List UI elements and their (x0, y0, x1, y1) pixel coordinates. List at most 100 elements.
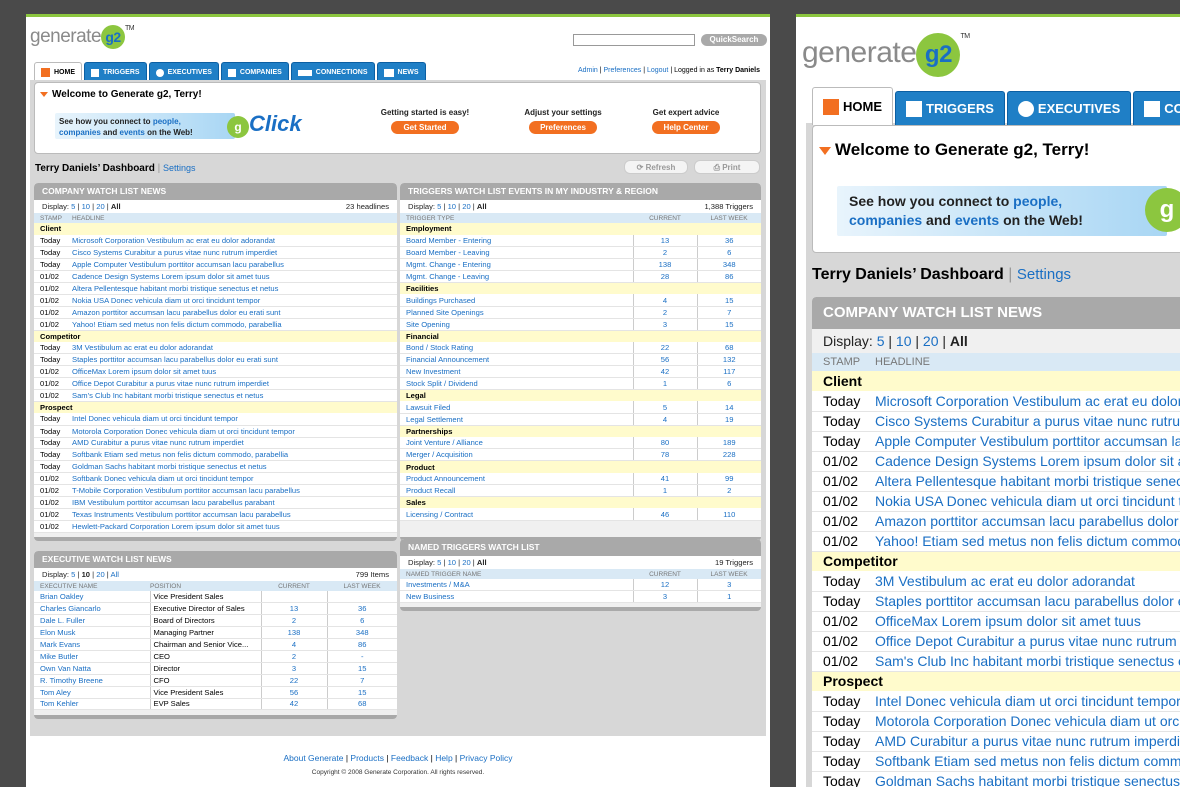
headline-link[interactable]: Texas Instruments Vestibulum porttitor a… (72, 508, 397, 521)
display-10[interactable]: 10 (82, 570, 90, 579)
g2-click-logo[interactable]: g (1145, 188, 1180, 232)
headline-link[interactable]: Amazon porttitor accumsan lacu parabellu… (72, 306, 397, 319)
named-trigger-link[interactable]: New Business (400, 590, 633, 604)
headline-link[interactable]: Nokia USA Donec vehicula diam ut orci ti… (72, 294, 397, 307)
headline-link[interactable]: AMD Curabitur a purus vitae nunc rutrum … (72, 437, 397, 450)
last-week-count[interactable]: 68 (326, 698, 397, 711)
headline-link[interactable]: Softbank Etiam sed metus non felis dictu… (72, 448, 397, 462)
display-10[interactable]: 10 (82, 202, 90, 211)
last-week-count[interactable]: 14 (696, 401, 761, 414)
tab-news[interactable]: NEWS (376, 62, 426, 82)
settings-link[interactable]: Settings (163, 163, 196, 173)
current-count[interactable]: 42 (632, 365, 697, 379)
current-count[interactable]: 78 (632, 448, 697, 462)
last-week-count[interactable]: 68 (696, 341, 761, 355)
generate-logo[interactable]: generate g2TM (30, 25, 135, 49)
last-week-count[interactable]: 1 (696, 590, 761, 604)
display-5[interactable]: 5 (437, 202, 441, 211)
tab-companies[interactable]: COMPANIES (1133, 91, 1180, 125)
executive-name-link[interactable]: Dale L. Fuller (34, 614, 150, 628)
current-count[interactable]: 56 (260, 686, 327, 699)
last-week-count[interactable]: 6 (326, 614, 397, 628)
current-count[interactable]: 13 (632, 234, 697, 248)
headline-link[interactable]: Yahoo! Etiam sed metus non felis dictum … (875, 531, 1180, 552)
current-count[interactable]: 2 (260, 650, 327, 663)
current-count[interactable]: 2 (632, 246, 697, 260)
g2-click-logo[interactable]: g Click (227, 111, 302, 138)
trigger-type-link[interactable]: Stock Split / Dividend (400, 377, 633, 390)
preferences-link[interactable]: Preferences (604, 67, 642, 74)
headline-link[interactable]: Office Depot Curabitur a purus vitae nun… (875, 631, 1180, 652)
headline-link[interactable]: Motorola Corporation Donec vehicula diam… (72, 425, 397, 438)
headline-link[interactable]: T-Mobile Corporation Vestibulum porttito… (72, 484, 397, 497)
display-all[interactable]: All (477, 202, 487, 211)
last-week-count[interactable]: 228 (696, 448, 761, 462)
trigger-type-link[interactable]: Product Announcement (400, 472, 633, 486)
headline-link[interactable]: Intel Donec vehicula diam ut orci tincid… (72, 413, 397, 426)
headline-link[interactable]: Microsoft Corporation Vestibulum ac erat… (875, 391, 1180, 412)
headline-link[interactable]: Cadence Design Systems Lorem ipsum dolor… (72, 270, 397, 283)
display-20[interactable]: 20 (96, 570, 104, 579)
headline-link[interactable]: Softbank Etiam sed metus non felis dictu… (875, 751, 1180, 772)
last-week-count[interactable]: 189 (696, 437, 761, 450)
tab-triggers[interactable]: TRIGGERS (895, 91, 1005, 125)
last-week-count[interactable]: 7 (326, 674, 397, 687)
tab-home[interactable]: HOME (812, 87, 893, 125)
tab-home[interactable]: HOME (34, 62, 82, 82)
last-week-count[interactable]: - (326, 650, 397, 663)
current-count[interactable]: 28 (632, 270, 697, 283)
trigger-type-link[interactable]: Product Recall (400, 484, 633, 497)
current-count[interactable]: 3 (260, 662, 327, 675)
display-5[interactable]: 5 (877, 333, 885, 349)
headline-link[interactable]: AMD Curabitur a purus vitae nunc rutrum … (875, 731, 1180, 752)
trigger-type-link[interactable]: Board Member - Leaving (400, 246, 633, 260)
last-week-count[interactable]: 86 (326, 638, 397, 651)
headline-link[interactable]: OfficeMax Lorem ipsum dolor sit amet tuu… (875, 611, 1180, 632)
footer-products-link[interactable]: Products (350, 753, 384, 763)
last-week-count[interactable]: 2 (696, 484, 761, 497)
current-count[interactable]: 5 (632, 401, 697, 414)
current-count[interactable]: 12 (632, 579, 697, 592)
trigger-type-link[interactable]: Planned Site Openings (400, 306, 633, 319)
executive-name-link[interactable]: Brian Oakley (34, 591, 150, 604)
headline-link[interactable]: Cadence Design Systems Lorem ipsum dolor… (875, 451, 1180, 472)
trigger-type-link[interactable]: Licensing / Contract (400, 508, 633, 521)
quicksearch-button[interactable]: QuickSearch (701, 34, 767, 46)
trigger-type-link[interactable]: Mgmt. Change - Leaving (400, 270, 633, 283)
headline-link[interactable]: Altera Pellentesque habitant morbi trist… (875, 471, 1180, 492)
collapse-arrow-icon[interactable] (819, 146, 831, 155)
headline-link[interactable]: Altera Pellentesque habitant morbi trist… (72, 282, 397, 295)
last-week-count[interactable]: 15 (326, 662, 397, 675)
current-count[interactable]: 13 (260, 602, 327, 616)
refresh-button[interactable]: ⟳ Refresh (624, 160, 688, 174)
executive-name-link[interactable]: Elon Musk (34, 626, 150, 640)
current-count[interactable]: 1 (632, 377, 697, 390)
display-5[interactable]: 5 (437, 558, 441, 567)
headline-link[interactable]: Hewlett-Packard Corporation Lorem ipsum … (72, 520, 397, 533)
get-started-button[interactable]: Get Started (391, 121, 459, 134)
current-count[interactable]: 22 (260, 674, 327, 687)
last-week-count[interactable]: 132 (696, 353, 761, 367)
trigger-type-link[interactable]: Mgmt. Change - Entering (400, 258, 633, 272)
display-all[interactable]: All (111, 202, 121, 211)
current-count[interactable]: 4 (632, 413, 697, 426)
footer-about-link[interactable]: About Generate (283, 753, 343, 763)
trigger-type-link[interactable]: Site Opening (400, 318, 633, 331)
current-count[interactable] (260, 591, 327, 604)
headline-link[interactable]: IBM Vestibulum porttitor accumsan lacu p… (72, 496, 397, 509)
display-20[interactable]: 20 (923, 333, 939, 349)
current-count[interactable]: 1 (632, 484, 697, 497)
executive-name-link[interactable]: Own Van Natta (34, 662, 150, 675)
trigger-type-link[interactable]: Bond / Stock Rating (400, 341, 633, 355)
trigger-type-link[interactable]: Buildings Purchased (400, 294, 633, 307)
current-count[interactable]: 2 (260, 614, 327, 628)
footer-help-link[interactable]: Help (435, 753, 452, 763)
headline-link[interactable]: Apple Computer Vestibulum porttitor accu… (875, 431, 1180, 452)
tab-executives[interactable]: EXECUTIVES (1006, 91, 1132, 125)
tab-connections[interactable]: CONNECTIONS (290, 62, 375, 82)
current-count[interactable]: 138 (260, 626, 327, 640)
connect-banner[interactable]: See how you connect to people, companies … (837, 186, 1167, 236)
last-week-count[interactable]: 15 (326, 686, 397, 699)
tab-executives[interactable]: EXECUTIVES (148, 62, 219, 82)
last-week-count[interactable]: 99 (696, 472, 761, 486)
